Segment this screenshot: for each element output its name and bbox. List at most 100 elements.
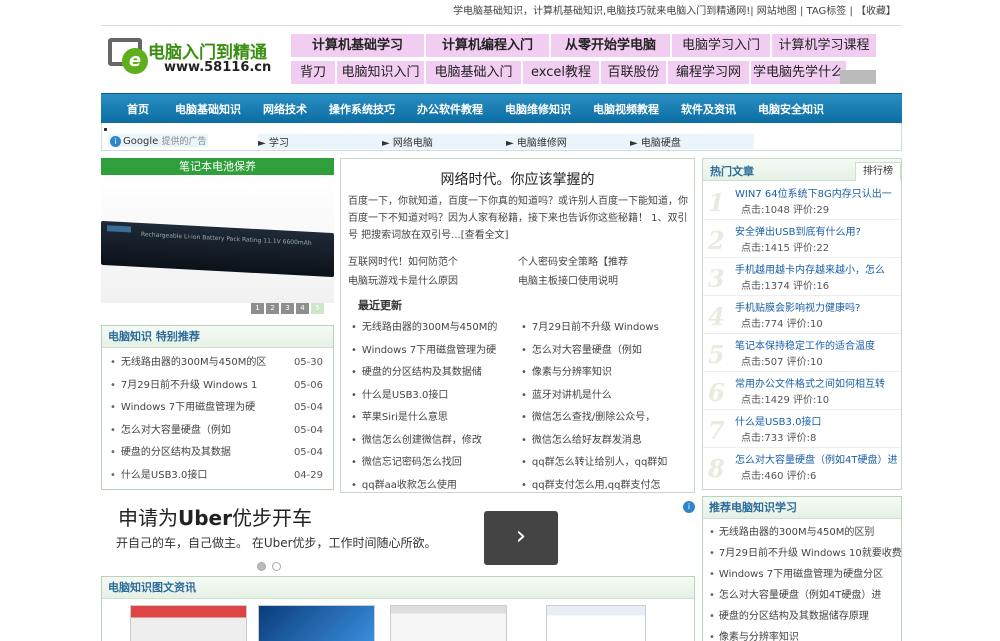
article-link[interactable]: 7月29日前不升级 Windows	[521, 317, 691, 340]
panel-title: 电脑知识 特别推荐	[102, 326, 333, 348]
news-thumbnail[interactable]	[130, 605, 247, 641]
tab-ranking[interactable]: 排行榜	[855, 162, 901, 181]
list-item[interactable]: 7月29日前不升级 Windows 105-06	[102, 375, 333, 398]
battery-image[interactable]: Rechargeable Li-ion Battery Pack Rating …	[101, 175, 334, 303]
hot-item-stats: 点击:774 评价:10	[741, 319, 823, 330]
nav-item[interactable]: 网络技术	[263, 101, 307, 117]
list-item[interactable]: 什么是USB3.0接口04-29	[102, 465, 333, 488]
hot-item-stats: 点击:1415 评价:22	[741, 243, 830, 254]
article-link[interactable]: qq群怎么转让给别人，qq群如	[521, 452, 691, 475]
hot-item[interactable]: 8 怎么对大容量硬盘（例如4T硬盘）进 点击:460 评价:6	[703, 448, 901, 486]
nav-item-home[interactable]: 首页	[127, 101, 149, 117]
ad-link[interactable]: ► 电脑硬盘	[630, 134, 754, 149]
header-link[interactable]: 计算机基础学习	[291, 34, 424, 57]
header-link[interactable]: 计算机编程入门	[426, 34, 549, 57]
article-link[interactable]: 怎么对大容量硬盘（例如	[521, 340, 691, 363]
list-item[interactable]: 硬盘的分区结构及其数据储存原理	[703, 606, 901, 627]
article-link[interactable]: 蓝牙对讲机是什么	[521, 385, 691, 408]
header-link[interactable]: 背刀	[291, 61, 335, 84]
slide-page-active[interactable]: 5	[311, 303, 324, 314]
list-item[interactable]: 无线路由器的300M与450M的区05-30	[102, 352, 333, 375]
article-link[interactable]: 无线路由器的300M与450M的	[351, 317, 521, 340]
list-item[interactable]: 怎么对大容量硬盘（例如05-04	[102, 420, 333, 443]
article-link[interactable]: 个人密码安全策略【推荐	[518, 253, 688, 272]
article-link[interactable]: 微信怎么创建微信群，修改	[351, 430, 521, 453]
ad-link[interactable]: ► 网络电脑	[382, 134, 506, 149]
slide-page[interactable]: 2	[266, 303, 279, 314]
special-recommend-panel: 电脑知识 特别推荐 无线路由器的300M与450M的区05-30 7月29日前不…	[101, 325, 334, 490]
hot-item[interactable]: 1 WIN7 64位系统下8G内存只认出一 点击:1048 评价:29	[703, 182, 901, 220]
battery-pack-picture: Rechargeable Li-ion Battery Pack Rating …	[101, 220, 334, 278]
article-link[interactable]: 电脑玩游戏卡是什么原因	[348, 272, 518, 291]
slide-page[interactable]: 1	[251, 303, 264, 314]
list-item[interactable]: 怎么对大容量硬盘（例如4T硬盘）进	[703, 585, 901, 606]
article-link[interactable]: 微信忘记密码怎么找回	[351, 452, 521, 475]
site-logo[interactable]: e 电脑入门到精通 www.58116.cn	[104, 32, 284, 82]
top-links-bar[interactable]: 学电脑基础知识，计算机基础知识,电脑技巧就来电脑入门到精通网!| 网站地图 | …	[0, 0, 900, 24]
rank-number: 4	[708, 302, 725, 331]
header-link[interactable]: 编程学习网	[668, 61, 749, 84]
chevron-right-icon[interactable]: ›	[484, 511, 558, 565]
nav-item[interactable]: 软件及资讯	[681, 101, 736, 117]
uber-ad[interactable]: 申请为Uber优步开车 开自己的车，自己做主。 在Uber优步，工作时间随心所欲…	[101, 496, 695, 572]
header-link[interactable]: 电脑基础入门	[426, 61, 521, 84]
slide-title[interactable]: 笔记本电池保养	[101, 158, 334, 175]
list-item[interactable]: Windows 7下用磁盘管理为硬05-04	[102, 397, 333, 420]
hot-item-stats: 点击:1429 评价:10	[741, 395, 830, 406]
info-icon[interactable]: i	[683, 501, 695, 513]
nav-item[interactable]: 电脑安全知识	[758, 101, 824, 117]
header-link[interactable]: excel教程	[523, 61, 599, 84]
rank-number: 5	[708, 340, 725, 369]
nav-item[interactable]: 电脑基础知识	[175, 101, 241, 117]
hot-item[interactable]: 5 笔记本保持稳定工作的适合温度 点击:507 评价:10	[703, 334, 901, 372]
news-thumbnail[interactable]	[390, 605, 507, 641]
list-item[interactable]: 像素与分辨率知识	[703, 627, 901, 641]
article-link[interactable]: 微信怎么给好友群发消息	[521, 430, 691, 453]
hot-item[interactable]: 2 安全弹出USB到底有什么用? 点击:1415 评价:22	[703, 220, 901, 258]
ad-link[interactable]: ► 电脑维修网	[506, 134, 630, 149]
hot-item[interactable]: 6 常用办公文件格式之间如何相互转 点击:1429 评价:10	[703, 372, 901, 410]
rank-number: 1	[708, 188, 725, 217]
article-link[interactable]: Windows 7下用磁盘管理为硬	[351, 340, 521, 363]
featured-title[interactable]: 网络时代。你应该掌握的	[341, 169, 694, 189]
article-link[interactable]: 像素与分辨率知识	[521, 362, 691, 385]
list-item[interactable]: 硬盘的分区结构及其数据05-04	[102, 442, 333, 465]
hot-item[interactable]: 7 什么是USB3.0接口 点击:733 评价:8	[703, 410, 901, 448]
article-link[interactable]: 电脑主板接口使用说明	[518, 272, 688, 291]
carousel-dot[interactable]	[272, 562, 281, 571]
header-link[interactable]: 百联股份	[601, 61, 666, 84]
hot-item[interactable]: 3 手机越用越卡内存越来越小，怎么 点击:1374 评价:16	[703, 258, 901, 296]
header-link[interactable]: 电脑知识入门	[337, 61, 424, 84]
news-thumbnail[interactable]	[258, 605, 375, 641]
header-link[interactable]: 计算机学习课程	[772, 34, 876, 57]
list-item[interactable]: 无线路由器的300M与450M的区别	[703, 522, 901, 543]
nav-item[interactable]: 操作系统技巧	[329, 101, 395, 117]
list-item[interactable]: 7月29日前不升级 Windows 10就要收费	[703, 543, 901, 564]
header-link[interactable]: 学电脑先学什么	[751, 61, 846, 84]
article-link[interactable]: qq群支付怎么用,qq群支付怎	[521, 475, 691, 498]
article-link[interactable]: 硬盘的分区结构及其数据储	[351, 362, 521, 385]
nav-item[interactable]: 电脑视频教程	[593, 101, 659, 117]
news-thumbnail[interactable]	[546, 605, 646, 641]
hot-item-stats: 点击:733 评价:8	[741, 433, 817, 444]
slide-page[interactable]: 4	[296, 303, 309, 314]
article-link[interactable]: qq群aa收款怎么使用	[351, 475, 521, 498]
header-links-row-1: 计算机基础学习 计算机编程入门 从零开始学电脑 电脑学习入门 计算机学习课程	[291, 34, 876, 57]
article-link[interactable]: 什么是USB3.0接口	[351, 385, 521, 408]
google-ad-label[interactable]: i Google 提供的广告	[108, 134, 209, 147]
article-link[interactable]: 互联网时代！如何防范个	[348, 253, 518, 272]
list-item[interactable]: Windows 7下用磁盘管理为硬盘分区	[703, 564, 901, 585]
nav-item[interactable]: 办公软件教程	[417, 101, 483, 117]
article-link[interactable]: 苹果Siri是什么意思	[351, 407, 521, 430]
ad-link[interactable]: ► 学习	[258, 134, 382, 149]
nav-item[interactable]: 电脑维修知识	[505, 101, 571, 117]
slide-page[interactable]: 3	[281, 303, 294, 314]
header-link[interactable]: 从零开始学电脑	[551, 34, 670, 57]
article-link[interactable]: 微信怎么查找/删除公众号，	[521, 407, 691, 430]
hot-item[interactable]: 4 手机贴膜会影响视力健康吗? 点击:774 评价:10	[703, 296, 901, 334]
featured-summary: 百度一下，你就知道，百度一下你真的知道吗？或许别人百度一下能知道，你百度一下不知…	[348, 196, 688, 241]
panel-title: 电脑知识图文资讯	[102, 577, 694, 599]
hot-item-title: 笔记本保持稳定工作的适合温度	[735, 341, 875, 352]
carousel-dot-active[interactable]	[257, 562, 266, 571]
header-link[interactable]: 电脑学习入门	[672, 34, 770, 57]
